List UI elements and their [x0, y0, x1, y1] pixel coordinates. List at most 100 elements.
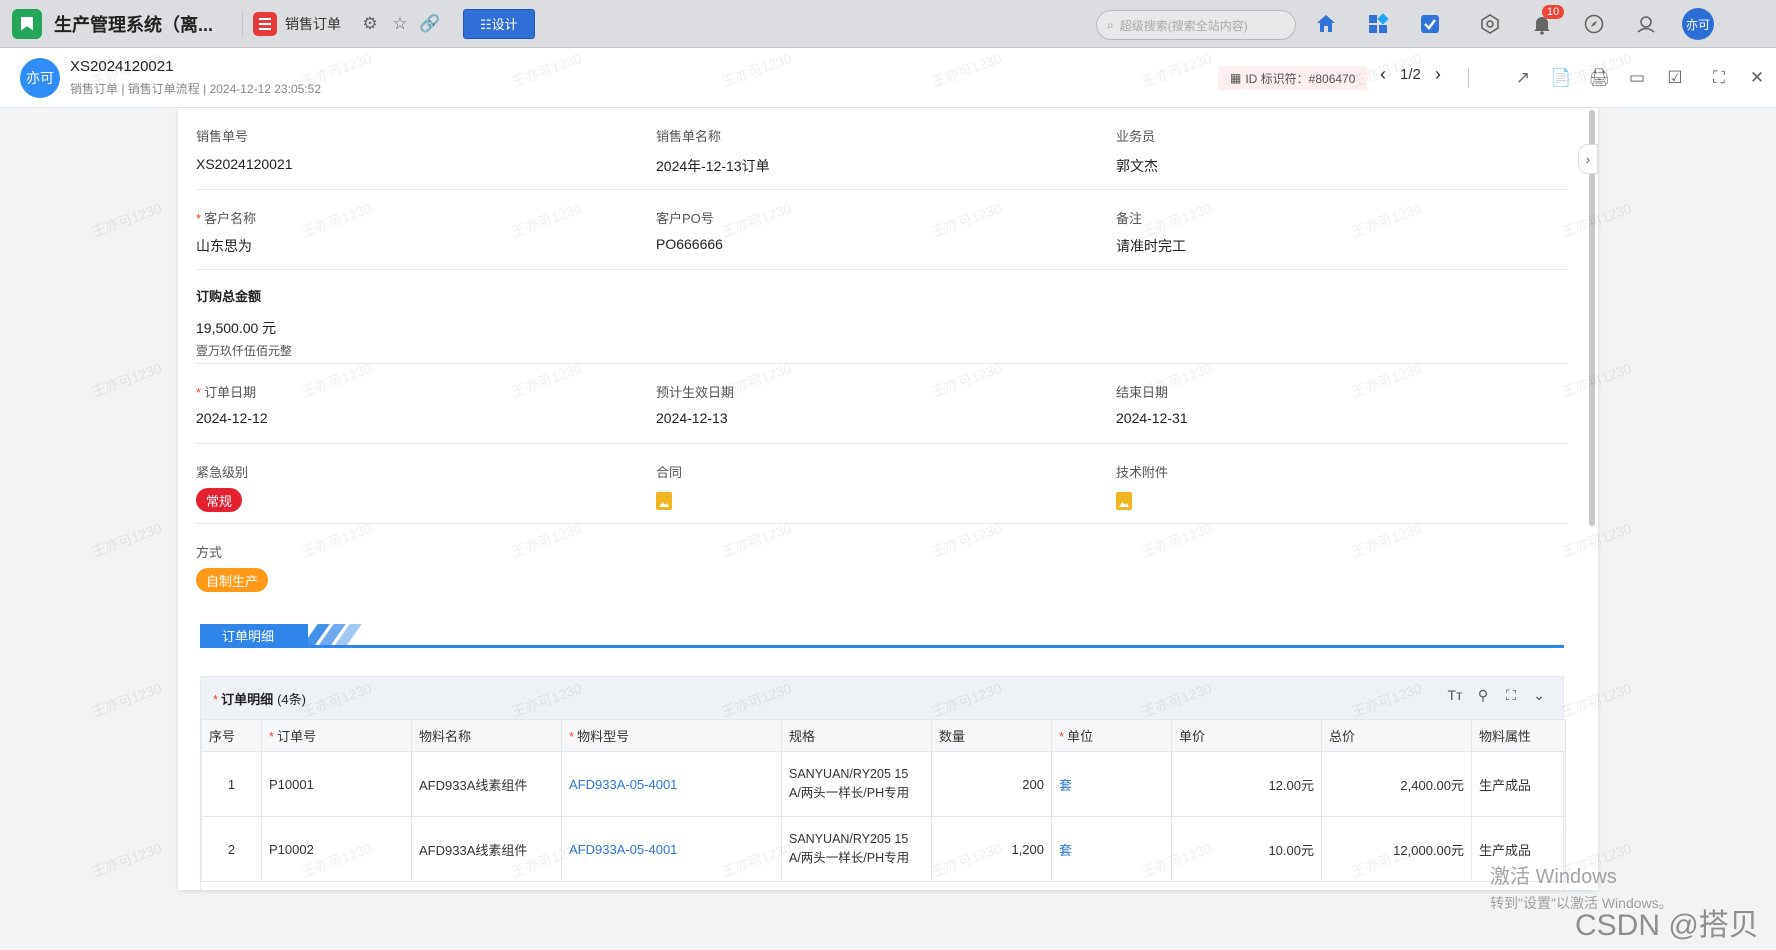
col-header[interactable]: 序号 — [201, 719, 262, 752]
record-id-tag[interactable]: ▦ ID 标识符：#806470 — [1218, 66, 1368, 90]
watermark-text: 王亦可1230 — [89, 519, 164, 561]
cell-material: AFD933A线素组件 — [411, 751, 562, 817]
cell-qty: 200 — [931, 751, 1052, 817]
cell-order: P10002 — [261, 816, 412, 882]
required-mark: * — [213, 691, 219, 707]
cell-qty: 1,200 — [931, 816, 1052, 882]
col-header[interactable]: 数量 — [931, 719, 1052, 752]
cell-total: 12,000.00元 — [1321, 816, 1472, 882]
integration-hub-icon[interactable] — [1464, 0, 1516, 48]
home-icon[interactable] — [1300, 0, 1352, 48]
col-header[interactable]: 物料属性 — [1471, 719, 1566, 752]
support-headset-icon[interactable] — [1620, 0, 1672, 48]
log-document-icon[interactable]: 📄 — [1542, 62, 1580, 94]
cell-material: AFD933A线素组件 — [411, 816, 562, 882]
cell-unit-link[interactable]: 套 — [1051, 816, 1172, 882]
cell-spec: SANYUAN/RY205 15 A/两头一样长/PH专用 — [781, 751, 932, 817]
field-label: 客户PO号 — [656, 211, 714, 226]
col-header[interactable]: 物料名称 — [411, 719, 562, 752]
app-title[interactable]: 生产管理系统（离... — [54, 11, 224, 37]
table-row[interactable]: 1 P10001 AFD933A线素组件 AFD933A-05-4001 SAN… — [201, 751, 1566, 817]
fullscreen-icon[interactable]: ⛶ — [1700, 62, 1738, 94]
calendar-icon[interactable]: ▭ — [1618, 62, 1656, 94]
link-icon[interactable]: 🔗 — [415, 9, 445, 39]
cell-price: 12.00元 — [1171, 751, 1322, 817]
task-check-icon[interactable] — [1404, 0, 1456, 48]
apps-grid-icon[interactable] — [1352, 0, 1404, 48]
notification-count-badge: 10 — [1542, 5, 1565, 19]
record-avatar: 亦可 — [20, 58, 60, 98]
chevron-down-icon[interactable]: ⌄ — [1527, 687, 1551, 704]
amount-in-words: 壹万玖仟伍佰元整 — [196, 344, 293, 358]
close-icon[interactable]: ✕ — [1738, 62, 1776, 94]
field-value: 山东思为 — [196, 238, 252, 254]
search-input[interactable]: ⌕ 超级搜索(搜索全站内容) — [1096, 10, 1296, 40]
settings-gear-icon[interactable]: ⚙ — [355, 9, 385, 39]
record-subtitle: 销售订单 | 销售订单流程 | 2024-12-12 23:05:52 — [70, 82, 321, 96]
col-header[interactable]: * 物料型号 — [561, 719, 782, 752]
field-label: 紧急级别 — [196, 465, 249, 480]
search-placeholder: 超级搜索(搜索全站内容) — [1119, 18, 1248, 33]
approve-check-icon[interactable]: ☑ — [1656, 62, 1694, 94]
top-right-tools: 10 亦可 — [1300, 0, 1714, 48]
share-icon[interactable]: ↗ — [1504, 62, 1542, 94]
col-header[interactable]: * 单位 — [1051, 719, 1172, 752]
field-label: 技术附件 — [1116, 465, 1169, 480]
cell-price: 10.00元 — [1171, 816, 1322, 882]
table-tools: Tᴛ ⚲ ⛶ ⌄ — [1443, 687, 1551, 704]
collapse-sidebar-chevron-icon[interactable]: › — [1578, 144, 1598, 174]
record-id-text: ID 标识符：#806470 — [1245, 71, 1356, 86]
field-label: 备注 — [1116, 211, 1143, 226]
field-value: 19,500.00 元 — [196, 320, 277, 336]
app-logo-icon[interactable] — [12, 8, 42, 39]
record-form-panel: › 销售单号 XS2024120021 销售单名称 2024年-12-13订单 … — [178, 108, 1598, 890]
detail-grid: 序号 * 订单号 物料名称 * 物料型号 规格 数量 * 单位 单价 总价 物料属性 … — [201, 719, 1566, 882]
urgency-badge: 常规 — [196, 488, 243, 512]
cell-model-link[interactable]: AFD933A-05-4001 — [561, 816, 782, 882]
image-file-icon[interactable] — [656, 492, 672, 510]
csdn-watermark: CSDN @搭贝 — [1575, 909, 1759, 942]
compass-icon[interactable] — [1568, 0, 1620, 48]
record-toolbar: ↗ 📄 🖨 ▭ ☑ ⛶ ✕ — [1504, 62, 1776, 94]
star-icon[interactable]: ☆ — [385, 9, 415, 39]
required-mark: * — [196, 211, 202, 226]
next-record-icon[interactable]: › — [1435, 64, 1441, 85]
cell-model-link[interactable]: AFD933A-05-4001 — [561, 751, 782, 817]
cell-unit-link[interactable]: 套 — [1051, 751, 1172, 817]
form-row: 订购总金额 19,500.00 元 壹万玖仟伍佰元整 — [196, 270, 1568, 364]
watermark-text: 王亦可1230 — [89, 839, 164, 881]
col-header[interactable]: 总价 — [1321, 719, 1472, 752]
expand-icon[interactable]: ⛶ — [1499, 687, 1523, 704]
col-header[interactable]: * 订单号 — [261, 719, 412, 752]
field-label: * 客户名称 — [196, 211, 257, 226]
table-row[interactable]: 2 P10002 AFD933A线素组件 AFD933A-05-4001 SAN… — [201, 816, 1566, 882]
notification-bell-icon[interactable]: 10 — [1516, 0, 1568, 48]
prev-record-icon[interactable]: ‹ — [1380, 64, 1386, 85]
form-row: * 客户名称 山东思为 客户PO号 PO666666 备注 请准时完工 — [196, 190, 1568, 270]
table-header-bar: * 订单明细 (4条) Tᴛ ⚲ ⛶ ⌄ — [201, 677, 1563, 719]
row-count: (4条) — [277, 691, 306, 707]
field-value: 郭文杰 — [1116, 158, 1158, 174]
watermark-text: 王亦可1230 — [89, 199, 164, 241]
divider — [242, 9, 243, 38]
cell-attr: 生产成品 — [1471, 751, 1566, 817]
section-banner-order-detail: 订单明细 — [200, 624, 1564, 648]
record-title: XS2024120021 — [70, 58, 174, 75]
form-row: 销售单号 XS2024120021 销售单名称 2024年-12-13订单 业务… — [196, 108, 1568, 190]
activation-title: 激活 Windows — [1490, 866, 1617, 888]
user-avatar[interactable]: 亦可 — [1682, 8, 1714, 40]
field-value: XS2024120021 — [196, 156, 293, 172]
col-header[interactable]: 单价 — [1171, 719, 1322, 752]
table-header-row: 序号 * 订单号 物料名称 * 物料型号 规格 数量 * 单位 单价 总价 物料属性 — [201, 719, 1566, 752]
cell-order: P10001 — [261, 751, 412, 817]
field-value: 2024年-12-13订单 — [656, 158, 770, 174]
design-button[interactable]: ☷设计 — [463, 8, 535, 39]
tab-sales-order[interactable]: 销售订单 — [285, 14, 341, 34]
filter-icon[interactable]: ⚲ — [1471, 687, 1495, 704]
field-label: 合同 — [656, 465, 683, 480]
col-header[interactable]: 规格 — [781, 719, 932, 752]
image-file-icon[interactable] — [1116, 492, 1132, 510]
cell-seq: 1 — [201, 751, 262, 817]
print-icon[interactable]: 🖨 — [1580, 62, 1618, 94]
text-size-icon[interactable]: Tᴛ — [1443, 687, 1467, 704]
